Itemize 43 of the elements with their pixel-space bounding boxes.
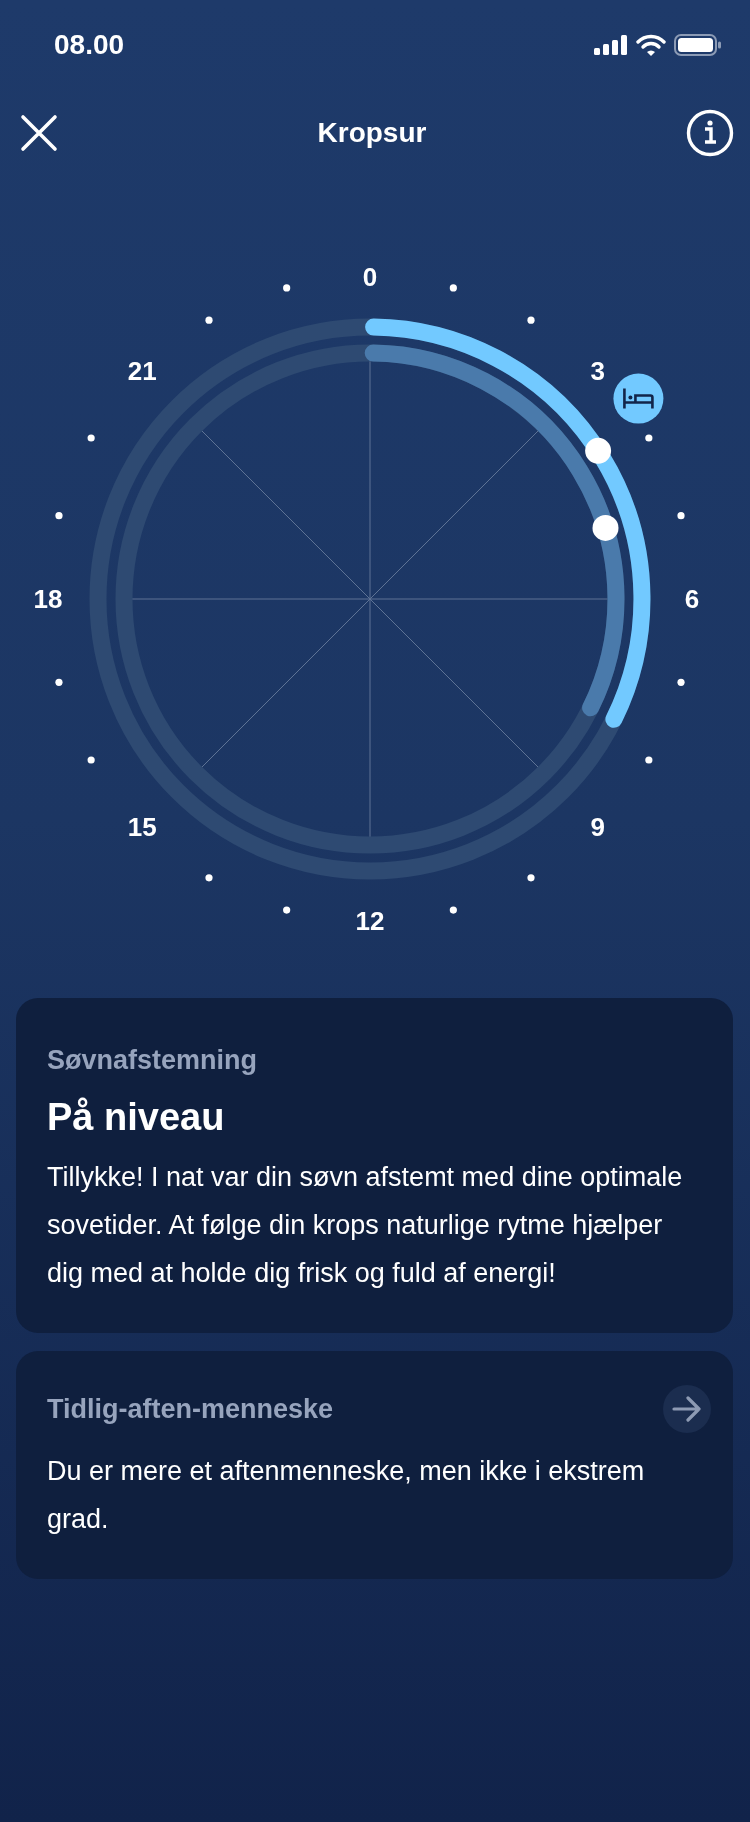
battery-icon — [674, 34, 722, 56]
screen-title: Kropsur — [317, 117, 427, 149]
sleep-handle[interactable] — [585, 437, 612, 464]
hour-dot — [449, 284, 457, 292]
optimal-handle[interactable] — [592, 514, 619, 541]
hour-dot — [645, 434, 653, 442]
hour-dot — [205, 316, 213, 324]
hour-dot — [283, 284, 291, 292]
hour-dot — [87, 434, 95, 442]
hour-dot — [55, 512, 63, 520]
hour-dot — [677, 512, 685, 520]
hour-label: 9 — [590, 811, 605, 842]
hour-dot — [283, 906, 291, 914]
close-icon — [20, 114, 58, 152]
arrow-icon — [672, 1396, 702, 1422]
close-button[interactable] — [20, 114, 58, 152]
hour-dot — [449, 906, 457, 914]
wifi-icon — [636, 34, 666, 56]
hour-label: 15 — [127, 811, 157, 842]
card-title: På niveau — [47, 1096, 226, 1139]
hour-label: 21 — [127, 356, 157, 387]
hour-dot — [87, 756, 95, 764]
hour-dot — [55, 678, 63, 686]
status-time: 08.00 — [54, 29, 125, 61]
card-text: Tillykke! I nat var din søvn afstemt med dine optimale sovetider. At følge din krops naturlige rytme hjælper dig med at holde dig frisk og fuld af energi! — [47, 1161, 684, 1290]
hour-label: 18 — [33, 584, 63, 614]
card-text: Du er mere et aftenmenneske, men ikke i ekstrem grad. — [47, 1455, 646, 1536]
signal-icon — [594, 35, 628, 55]
info-button[interactable] — [686, 109, 734, 157]
bed-icon — [613, 373, 664, 424]
hour-label: 6 — [684, 584, 700, 614]
hour-label: 0 — [362, 262, 378, 292]
hour-dot — [527, 874, 535, 882]
card-caption: Søvnafstemning — [47, 1044, 258, 1076]
hour-label: 12 — [355, 906, 385, 936]
hour-dot — [677, 678, 685, 686]
hour-dot — [527, 316, 535, 324]
hour-label: 3 — [590, 356, 605, 387]
card-caption: Tidlig-aften-menneske — [47, 1393, 334, 1425]
arrow-button[interactable] — [663, 1385, 711, 1433]
hour-dot — [205, 874, 213, 882]
info-icon — [686, 109, 734, 157]
hour-dot — [645, 756, 653, 764]
